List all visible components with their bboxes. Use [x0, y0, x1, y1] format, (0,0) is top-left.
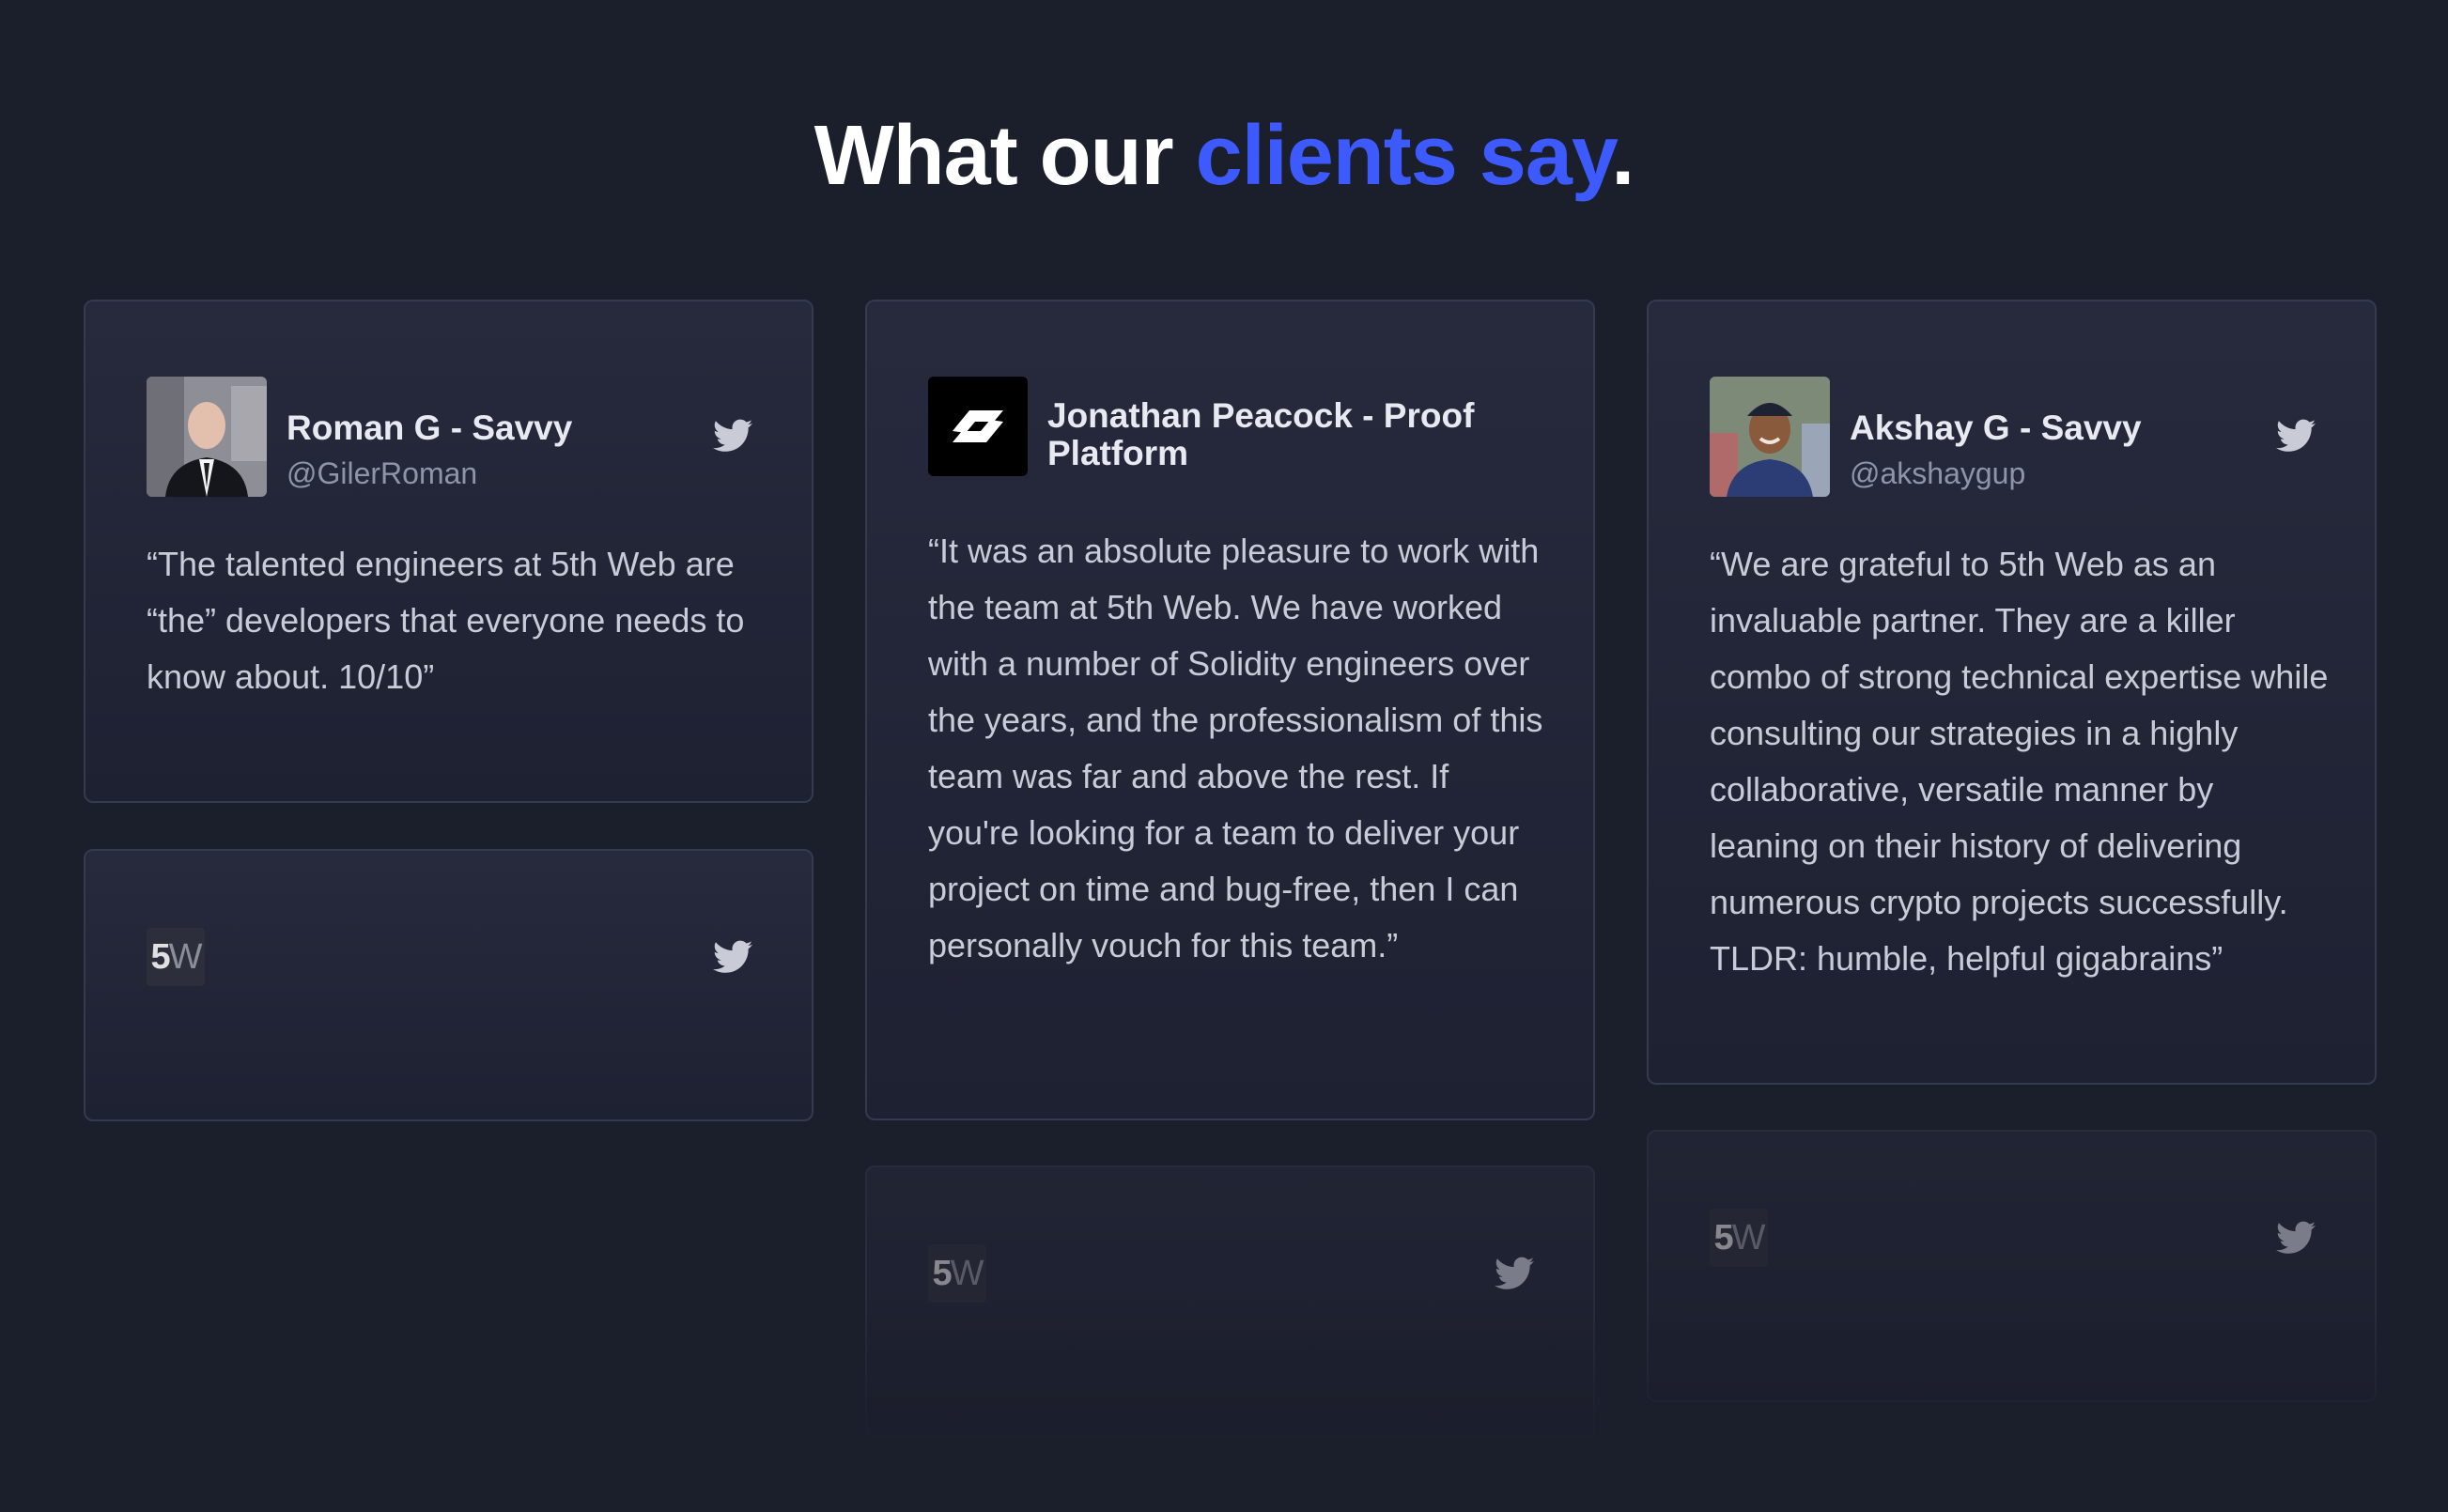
testimonial-quote: “The talented engineers at 5th Web are “…	[147, 545, 745, 696]
testimonial-card-akshay: Akshay G - Savvy @akshaygup “We are grat…	[1647, 300, 2377, 1085]
twitter-icon[interactable]	[2276, 419, 2316, 453]
title-suffix: .	[1611, 109, 1635, 203]
title-prefix: What our	[813, 109, 1196, 203]
title-accent: clients say	[1195, 109, 1613, 203]
twitter-icon[interactable]	[1495, 1257, 1534, 1290]
logo-digit: 5	[1713, 1217, 1733, 1257]
twitter-icon[interactable]	[713, 419, 752, 453]
testimonial-quote: “We are grateful to 5th Web as an invalu…	[1710, 545, 2329, 978]
placeholder-card: 5W	[84, 849, 813, 1121]
5w-logo-icon: 5W	[928, 1244, 986, 1303]
author-name: Roman G - Savvy	[287, 409, 573, 447]
avatar-roman	[147, 377, 267, 497]
5w-logo-icon: 5W	[147, 928, 205, 986]
author-handle[interactable]: @akshaygup	[1850, 456, 2025, 490]
testimonial-card-jonathan: Jonathan Peacock - Proof Platform “It wa…	[865, 300, 1595, 1120]
author-handle[interactable]: @GilerRoman	[287, 456, 477, 490]
section-title: What our clients say.	[0, 108, 2448, 205]
author-name: Akshay G - Savvy	[1850, 409, 2142, 447]
proof-logo-icon	[928, 377, 1028, 476]
bottom-fade-overlay	[0, 1305, 2448, 1512]
avatar-akshay	[1710, 377, 1830, 497]
5w-logo-icon: 5W	[1710, 1209, 1768, 1267]
testimonial-quote: “It was an absolute pleasure to work wit…	[928, 532, 1543, 964]
logo-digit: 5	[932, 1253, 952, 1293]
logo-letter: W	[1731, 1217, 1766, 1257]
logo-digit: 5	[150, 936, 170, 977]
logo-letter: W	[168, 936, 203, 977]
twitter-icon[interactable]	[2276, 1221, 2316, 1255]
logo-letter: W	[950, 1253, 984, 1293]
author-name: Jonathan Peacock - Proof Platform	[1047, 396, 1475, 472]
testimonial-card-roman: Roman G - Savvy @GilerRoman “The talente…	[84, 300, 813, 803]
twitter-icon[interactable]	[713, 940, 752, 974]
